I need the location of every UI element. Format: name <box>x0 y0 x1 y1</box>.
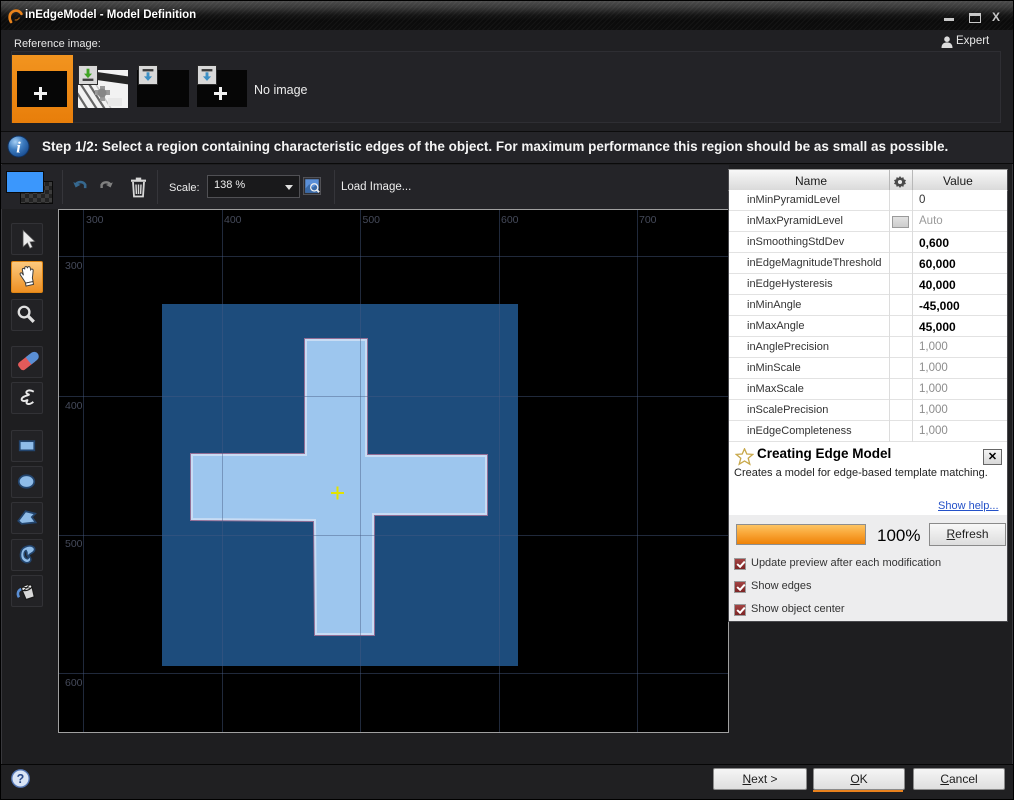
svg-text:i: i <box>16 138 21 157</box>
svg-text:?: ? <box>17 772 25 786</box>
